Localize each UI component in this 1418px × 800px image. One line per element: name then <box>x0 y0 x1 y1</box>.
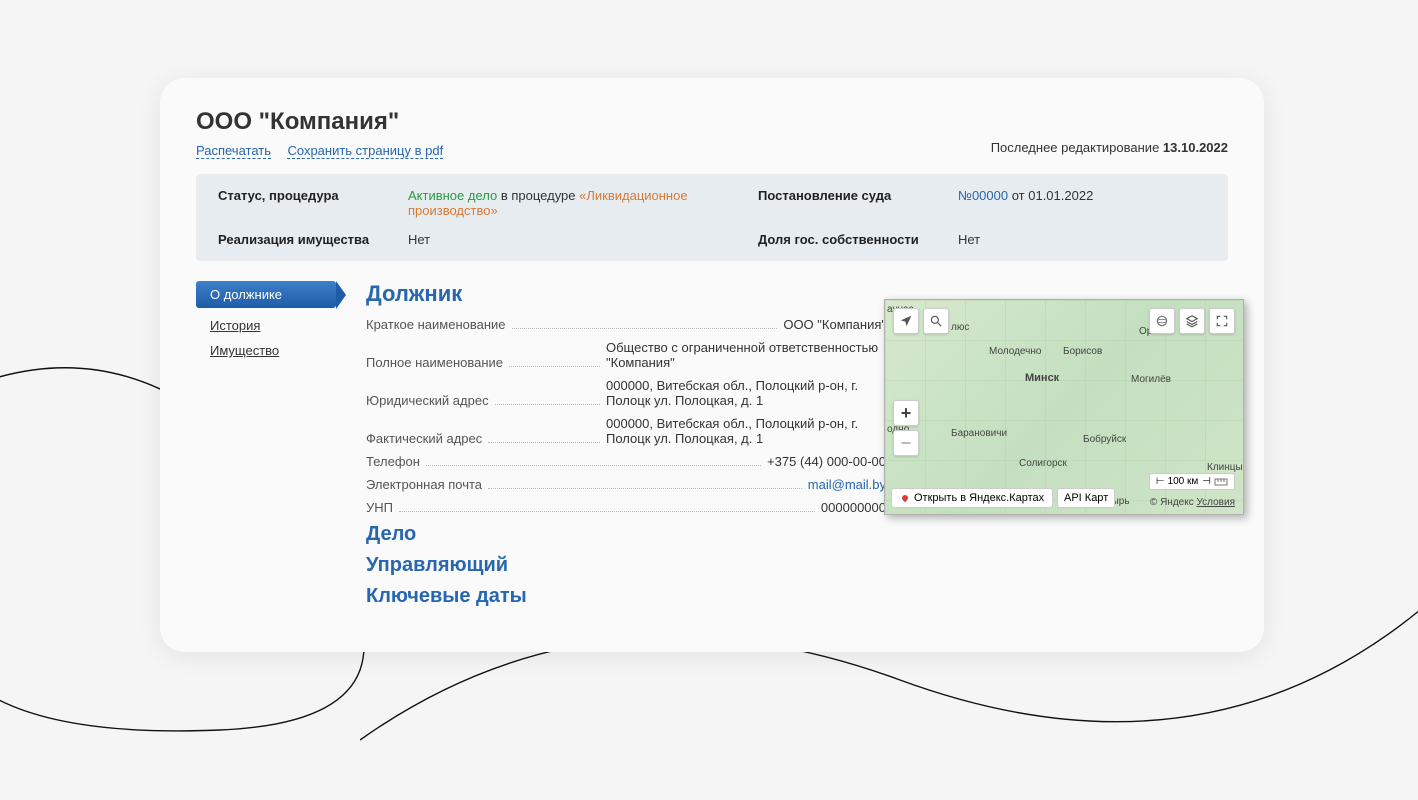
status-panel: Статус, процедура Активное дело в процед… <box>196 174 1228 261</box>
save-pdf-link[interactable]: Сохранить страницу в pdf <box>287 143 443 159</box>
tab-property[interactable]: Имущество <box>196 343 366 358</box>
status-label: Статус, процедура <box>218 188 398 218</box>
map-api-link[interactable]: API Карт <box>1057 488 1115 508</box>
row-actual-address: Фактический адрес 000000, Витебская обл.… <box>366 416 886 446</box>
row-legal-address: Юридический адрес 000000, Витебская обл.… <box>366 378 886 408</box>
map-open-yandex-button[interactable]: Открыть в Яндекс.Картах <box>891 488 1053 508</box>
share-label: Доля гос. собственности <box>758 232 948 247</box>
tab-history[interactable]: История <box>196 318 366 333</box>
content-area: Должник Краткое наименование ООО "Компан… <box>366 281 1228 608</box>
map-zoom-in-button[interactable]: + <box>893 400 919 426</box>
map-layers-button[interactable] <box>1179 308 1205 334</box>
map-locate-button[interactable] <box>893 308 919 334</box>
sidebar: О должнике История Имущество <box>196 281 366 608</box>
section-case-title[interactable]: Дело <box>366 523 1228 546</box>
map-city-mogilev: Могилёв <box>1131 374 1171 385</box>
map-city-molodechno: Молодечно <box>989 346 1041 357</box>
map-copyright: © Яндекс Условия <box>1150 497 1235 508</box>
map-traffic-button[interactable] <box>1149 308 1175 334</box>
map-city-olyus: люс <box>951 322 969 333</box>
realization-value: Нет <box>408 232 748 247</box>
share-value: Нет <box>958 232 1158 247</box>
map-city-soligorsk: Солигорск <box>1019 458 1067 469</box>
location-arrow-icon <box>899 314 913 328</box>
email-link[interactable]: mail@mail.by <box>808 477 886 492</box>
row-phone: Телефон +375 (44) 000-00-00 <box>366 454 886 469</box>
row-email: Электронная почта mail@mail.by <box>366 477 886 492</box>
row-full-name: Полное наименование Общество с ограничен… <box>366 340 886 370</box>
row-unp: УНП 000000000 <box>366 500 886 515</box>
tab-about-debtor[interactable]: О должнике <box>196 281 336 308</box>
court-number-link[interactable]: №00000 <box>958 188 1008 203</box>
map-zoom-out-button[interactable]: − <box>893 430 919 456</box>
map-pin-icon <box>898 491 912 505</box>
map-city-klintsy: Клинцы <box>1207 462 1243 473</box>
section-manager-title[interactable]: Управляющий <box>366 554 1228 577</box>
map-fullscreen-button[interactable] <box>1209 308 1235 334</box>
search-icon <box>929 314 943 328</box>
map-city-bobruisk: Бобруйск <box>1083 434 1126 445</box>
realization-label: Реализация имущества <box>218 232 398 247</box>
map-city-borisov: Борисов <box>1063 346 1102 357</box>
court-label: Постановление суда <box>758 188 948 218</box>
section-key-dates-title[interactable]: Ключевые даты <box>366 585 1228 608</box>
page-title: ООО "Компания" <box>196 108 455 136</box>
status-value: Активное дело в процедуре «Ликвидационно… <box>408 188 748 218</box>
fullscreen-icon <box>1215 314 1229 328</box>
debtor-card: ООО "Компания" Распечатать Сохранить стр… <box>160 78 1264 652</box>
print-link[interactable]: Распечатать <box>196 143 271 159</box>
row-short-name: Краткое наименование ООО "Компания" <box>366 317 886 332</box>
court-value: №00000 от 01.01.2022 <box>958 188 1158 218</box>
map-city-minsk: Минск <box>1025 372 1059 384</box>
layers-icon <box>1185 314 1199 328</box>
last-edit: Последнее редактирование 13.10.2022 <box>991 140 1228 155</box>
map-widget[interactable]: аунас люс Молодечно Борисов Минск Могилё… <box>884 299 1244 515</box>
map-city-baranovichi: Барановичи <box>951 428 1007 439</box>
map-scale: ⊢100 км⊣ <box>1149 473 1235 490</box>
globe-icon <box>1155 314 1169 328</box>
map-search-button[interactable] <box>923 308 949 334</box>
map-terms-link[interactable]: Условия <box>1196 497 1235 508</box>
ruler-icon <box>1214 477 1228 487</box>
